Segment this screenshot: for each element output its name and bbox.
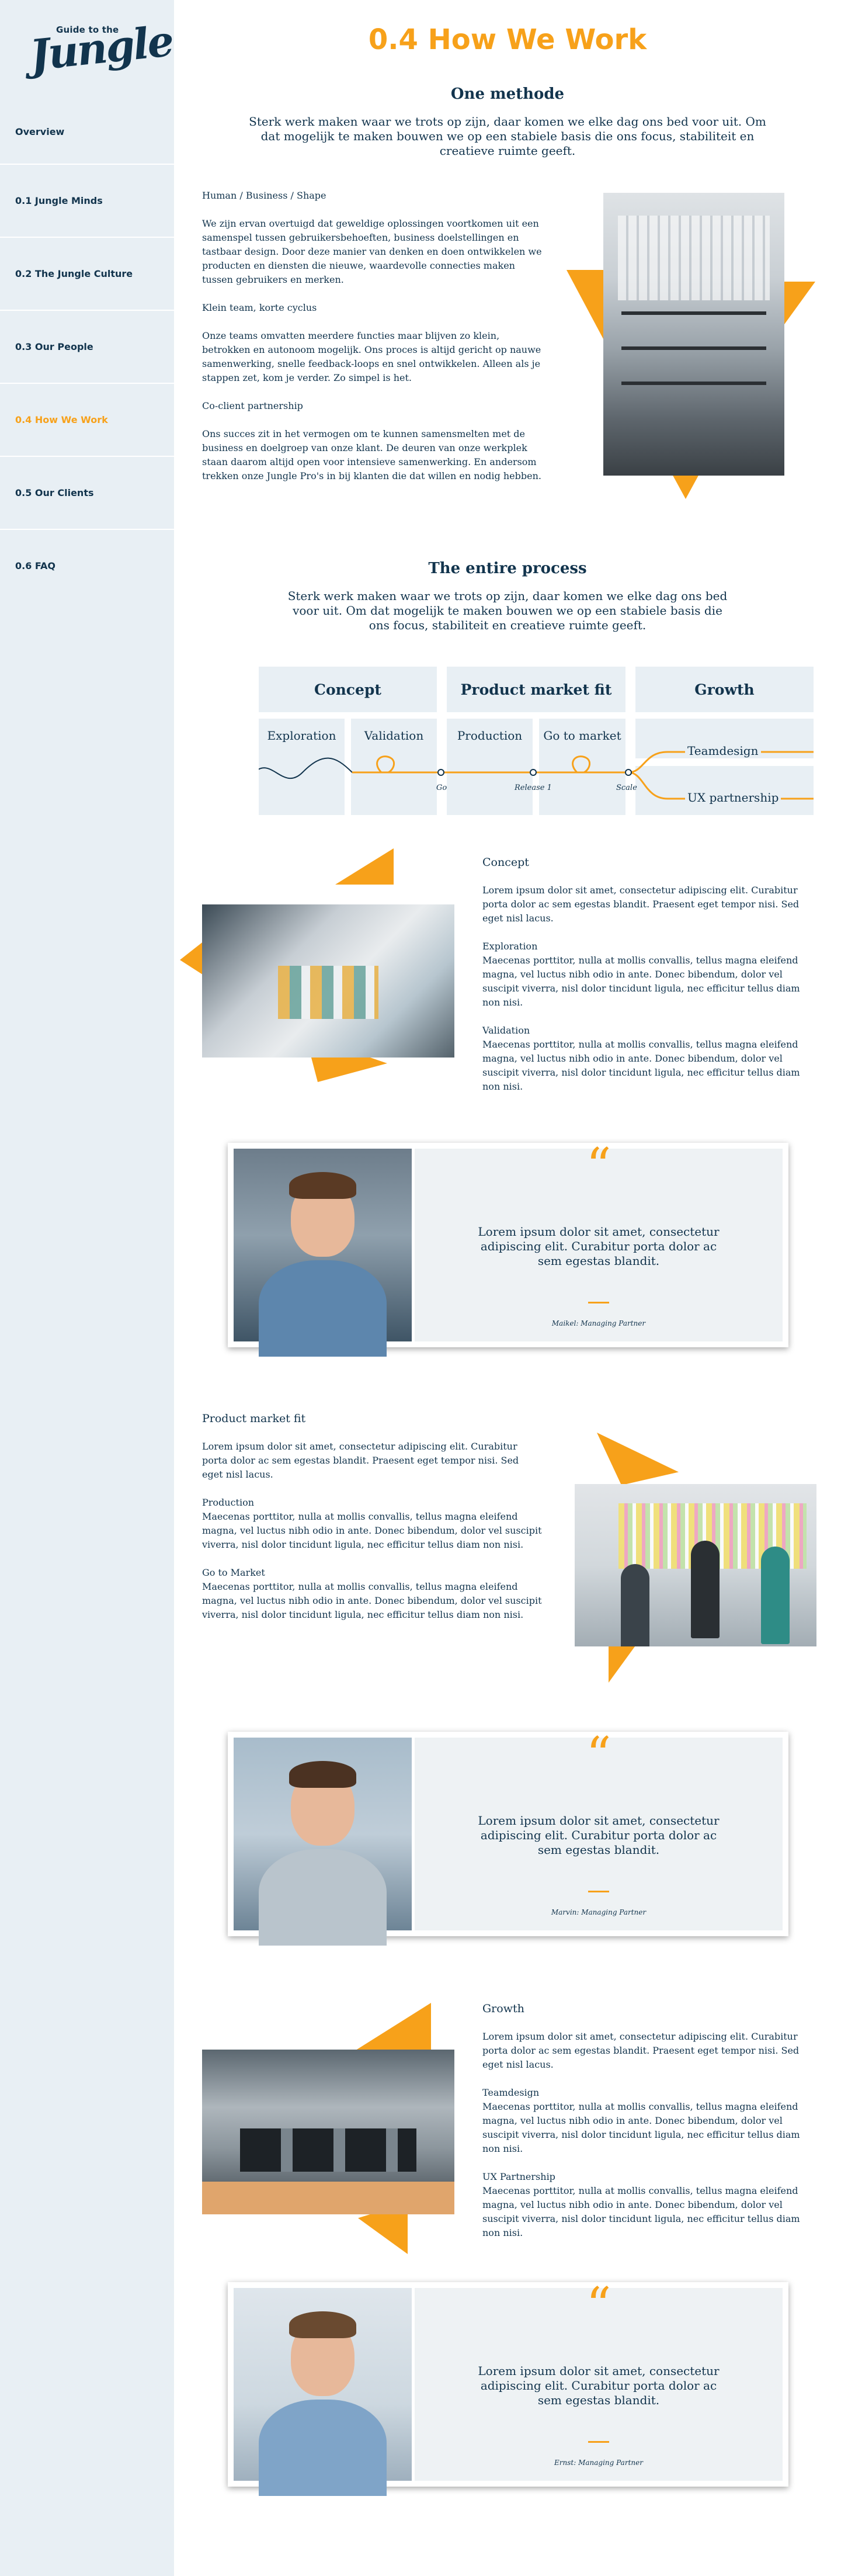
- growth-text: Growth Lorem ipsum dolor sit amet, conse…: [482, 2002, 816, 2254]
- methode-label-3: Co-client partnership: [202, 400, 303, 411]
- nav-item-our-people[interactable]: 0.3 Our People: [0, 310, 174, 383]
- nav-item-jungle-culture[interactable]: 0.2 The Jungle Culture: [0, 237, 174, 310]
- decor-triangle-right: [781, 282, 815, 328]
- quote-panel: “ Lorem ipsum dolor sit amet, consectetu…: [415, 1142, 783, 1341]
- office-photo: [603, 193, 784, 476]
- decor-triangle-top: [335, 848, 394, 885]
- milestone-scale-dot: [625, 769, 632, 776]
- growth-ux-partnership-text: Maecenas porttitor, nulla at mollis conv…: [482, 2185, 800, 2238]
- methode-heading: One methode: [450, 85, 565, 103]
- pmf-intro: Lorem ipsum dolor sit amet, consectetur …: [202, 1441, 519, 1480]
- growth-title: Growth: [482, 2002, 524, 2015]
- pmf-title: Product market fit: [202, 1412, 306, 1425]
- nav-item-overview[interactable]: Overview: [0, 99, 174, 164]
- pmf-sub-production: Production: [202, 1497, 255, 1508]
- concept-sub-validation: Validation: [482, 1025, 530, 1036]
- portrait-maikel: [234, 1149, 412, 1357]
- decor-triangle-top: [597, 1433, 679, 1485]
- nav-item-faq[interactable]: 0.6 FAQ: [0, 529, 174, 602]
- portrait-ernst: [234, 2288, 412, 2497]
- logo-wordmark: Jungle: [27, 15, 175, 80]
- milestone-release: Release 1: [515, 783, 552, 792]
- decor-triangle-left: [567, 270, 604, 340]
- concept-intro: Lorem ipsum dolor sit amet, consectetur …: [482, 885, 800, 924]
- pmf-go-to-market-text: Maecenas porttitor, nulla at mollis conv…: [202, 1581, 542, 1620]
- quote-author: Ernst: Managing Partner: [554, 2459, 643, 2467]
- nav-item-jungle-minds[interactable]: 0.1 Jungle Minds: [0, 164, 174, 237]
- page-title: 0.4 How We Work: [368, 23, 647, 56]
- decor-triangle-bottom: [672, 473, 700, 499]
- growth-intro: Lorem ipsum dolor sit amet, consectetur …: [482, 2031, 800, 2070]
- concept-text: Concept Lorem ipsum dolor sit amet, cons…: [482, 855, 816, 1108]
- jungle-logo[interactable]: Guide to the Jungle: [27, 16, 175, 86]
- quote-divider: [588, 1891, 609, 1892]
- methode-label-2: Klein team, korte cyclus: [202, 302, 317, 313]
- methode-paragraph-2: Onze teams omvatten meerdere functies ma…: [202, 330, 541, 383]
- pmf-sub-go-to-market: Go to Market: [202, 1567, 265, 1578]
- growth-sub-ux-partnership: UX Partnership: [482, 2171, 555, 2182]
- branch-ux-partnership: UX partnership: [685, 791, 781, 805]
- nav-item-how-we-work[interactable]: 0.4 How We Work: [0, 383, 174, 456]
- quote-text: Lorem ipsum dolor sit amet, consectetur …: [478, 1225, 720, 1268]
- process-lead: Sterk werk maken waar we trots op zijn, …: [287, 589, 728, 632]
- decor-triangle-top: [349, 2003, 431, 2054]
- pmf-text: Product market fit Lorem ipsum dolor sit…: [202, 1412, 542, 1636]
- quote-panel: “ Lorem ipsum dolor sit amet, consectetu…: [415, 2281, 783, 2481]
- quote-card-ernst: “ Lorem ipsum dolor sit amet, consectetu…: [228, 2281, 788, 2497]
- quote-divider: [588, 2441, 609, 2443]
- methode-text: Human / Business / Shape We zijn ervan o…: [202, 189, 547, 497]
- sidebar: Guide to the Jungle Overview 0.1 Jungle …: [0, 0, 175, 2576]
- nav-item-our-clients[interactable]: 0.5 Our Clients: [0, 456, 174, 529]
- design-session-photo: [202, 904, 454, 1058]
- quote-panel: “ Lorem ipsum dolor sit amet, consectetu…: [415, 1731, 783, 1930]
- quote-mark-icon: “: [586, 1726, 611, 1784]
- growth-sub-teamdesign: Teamdesign: [482, 2087, 540, 2098]
- concept-sub-exploration: Exploration: [482, 941, 538, 952]
- quote-mark-icon: “: [586, 2277, 611, 2334]
- milestone-go-dot: [437, 769, 444, 776]
- methode-paragraph-3: Ons succes zit in het vermogen om te kun…: [202, 428, 541, 481]
- team-desks-photo: [202, 2050, 454, 2214]
- quote-text: Lorem ipsum dolor sit amet, consectetur …: [478, 1814, 720, 1857]
- methode-label-1: Human / Business / Shape: [202, 190, 326, 201]
- quote-text: Lorem ipsum dolor sit amet, consectetur …: [478, 2364, 720, 2407]
- quote-author: Maikel: Managing Partner: [551, 1319, 646, 1327]
- milestone-release-dot: [530, 769, 537, 776]
- main-content: 0.4 How We Work One methode Sterk werk m…: [174, 0, 841, 2576]
- sticky-wall-photo: [575, 1484, 816, 1646]
- quote-mark-icon: “: [586, 1138, 611, 1195]
- quote-author: Marvin: Managing Partner: [551, 1908, 647, 1916]
- sidebar-nav: Overview 0.1 Jungle Minds 0.2 The Jungle…: [0, 99, 174, 602]
- quote-card-marvin: “ Lorem ipsum dolor sit amet, consectetu…: [228, 1731, 788, 1946]
- branch-teamdesign: Teamdesign: [685, 744, 761, 758]
- pmf-production-text: Maecenas porttitor, nulla at mollis conv…: [202, 1511, 542, 1550]
- process-heading: The entire process: [428, 560, 587, 577]
- quote-divider: [588, 1302, 609, 1303]
- concept-validation-text: Maecenas porttitor, nulla at mollis conv…: [482, 1039, 800, 1092]
- methode-paragraph-1: We zijn ervan overtuigd dat geweldige op…: [202, 218, 542, 285]
- growth-teamdesign-text: Maecenas porttitor, nulla at mollis conv…: [482, 2101, 800, 2154]
- process-diagram: Concept Product market fit Growth Explor…: [259, 653, 814, 815]
- quote-card-maikel: “ Lorem ipsum dolor sit amet, consectetu…: [228, 1142, 788, 1357]
- milestone-scale: Scale: [616, 783, 637, 792]
- decor-triangle-left: [180, 941, 204, 976]
- concept-title: Concept: [482, 856, 529, 869]
- methode-lead: Sterk werk maken waar we trots op zijn, …: [249, 115, 766, 158]
- portrait-marvin: [234, 1738, 412, 1946]
- concept-exploration-text: Maecenas porttitor, nulla at mollis conv…: [482, 955, 800, 1008]
- milestone-go: Go: [436, 783, 447, 792]
